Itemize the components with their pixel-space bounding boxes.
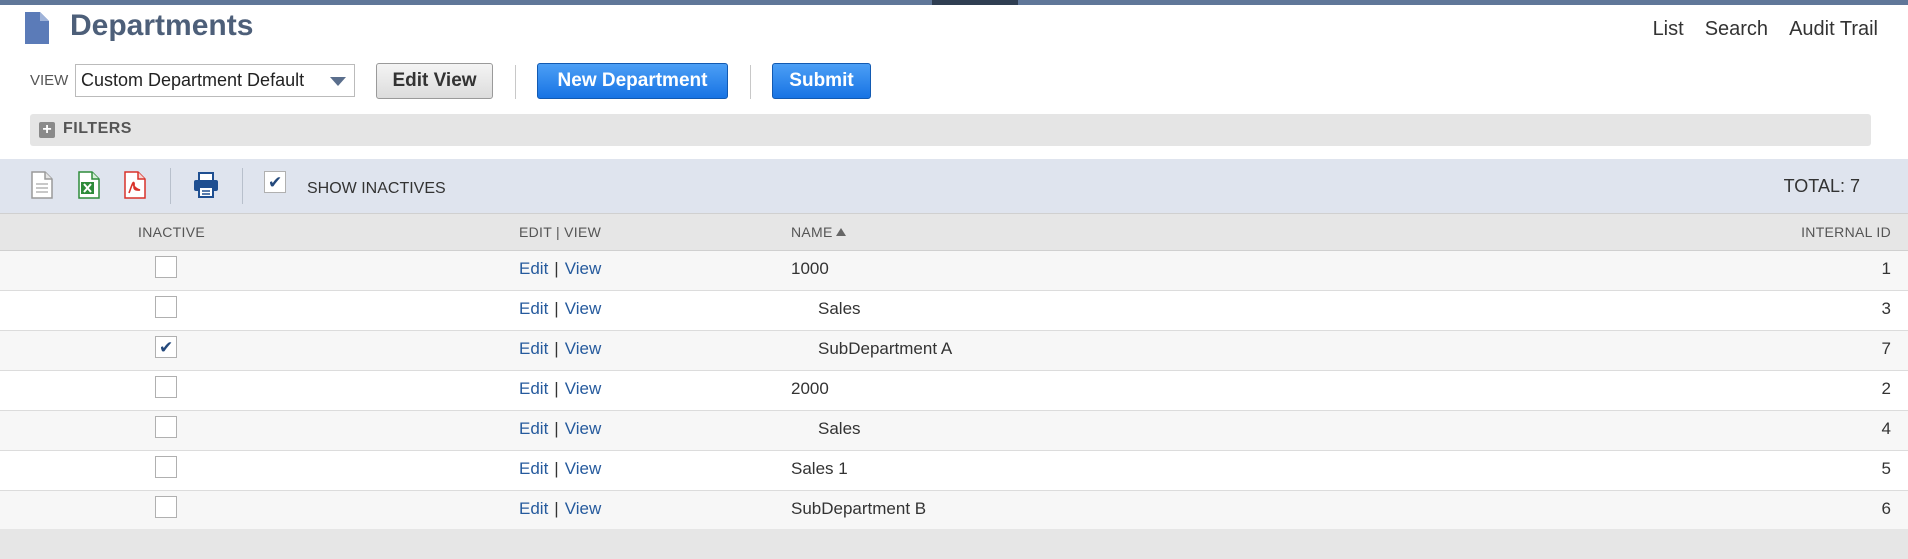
list-link[interactable]: List — [1653, 18, 1684, 41]
show-inactives-label: SHOW INACTIVES — [307, 180, 446, 197]
department-name: Sales — [818, 419, 861, 438]
link-separator: | — [554, 419, 559, 438]
divider — [750, 65, 751, 99]
expand-plus-icon[interactable]: + — [39, 122, 55, 138]
table-row: Edit | View SubDepartment B 6 — [0, 491, 1908, 531]
internal-id: 5 — [1881, 459, 1891, 478]
show-inactives-checkbox[interactable]: ✔ — [264, 171, 286, 193]
page-header: Departments List Search Audit Trail — [0, 5, 1908, 55]
inactive-checkbox[interactable] — [155, 256, 177, 278]
link-separator: | — [554, 299, 559, 318]
toolbar-divider — [242, 168, 243, 204]
department-name: 1000 — [791, 259, 829, 278]
edit-view-cell: Edit | View — [519, 299, 601, 319]
link-separator: | — [554, 499, 559, 518]
export-pdf-icon[interactable] — [123, 171, 147, 204]
edit-view-cell: Edit | View — [519, 339, 601, 359]
filters-panel[interactable]: + FILTERS — [30, 114, 1871, 146]
checkmark-icon: ✔ — [268, 173, 283, 192]
table-header: INACTIVE EDIT | VIEW NAME INTERNAL ID — [0, 213, 1908, 251]
internal-id: 4 — [1881, 419, 1891, 438]
edit-link[interactable]: Edit — [519, 339, 548, 358]
sort-ascending-icon — [835, 228, 846, 236]
view-link[interactable]: View — [565, 499, 602, 518]
edit-link[interactable]: Edit — [519, 499, 548, 518]
view-link[interactable]: View — [565, 339, 602, 358]
new-department-button[interactable]: New Department — [537, 63, 728, 99]
header-links: List Search Audit Trail — [1653, 18, 1878, 41]
edit-view-button[interactable]: Edit View — [376, 63, 493, 99]
inactive-checkbox[interactable] — [155, 456, 177, 478]
department-name: 2000 — [791, 379, 829, 398]
view-link[interactable]: View — [565, 299, 602, 318]
search-link[interactable]: Search — [1705, 18, 1768, 41]
internal-id: 3 — [1881, 299, 1891, 318]
table-row: Edit | View 2000 2 — [0, 371, 1908, 411]
table-row: Edit | View Sales 4 — [0, 411, 1908, 451]
inactive-checkbox[interactable] — [155, 416, 177, 438]
department-name: SubDepartment A — [818, 339, 953, 358]
export-csv-icon[interactable] — [30, 171, 54, 204]
internal-id: 1 — [1881, 259, 1891, 278]
edit-view-cell: Edit | View — [519, 259, 601, 279]
inactive-checkbox[interactable]: ✔ — [155, 336, 177, 358]
export-excel-icon[interactable] — [77, 171, 101, 204]
edit-link[interactable]: Edit — [519, 419, 548, 438]
internal-id: 6 — [1881, 499, 1891, 518]
department-name: Sales — [818, 299, 861, 318]
view-label: VIEW — [30, 72, 69, 89]
total-count: TOTAL: 7 — [1783, 176, 1860, 196]
print-icon[interactable] — [192, 171, 220, 204]
column-header-inactive[interactable]: INACTIVE — [138, 224, 205, 240]
view-select[interactable]: Custom Department Default — [75, 64, 355, 97]
department-name: SubDepartment B — [791, 499, 927, 518]
inactive-checkbox[interactable] — [155, 496, 177, 518]
filters-label: FILTERS — [63, 120, 132, 137]
view-link[interactable]: View — [565, 379, 602, 398]
divider — [515, 65, 516, 99]
column-header-edit-view: EDIT | VIEW — [519, 224, 602, 240]
internal-id: 7 — [1881, 339, 1891, 358]
edit-view-cell: Edit | View — [519, 379, 601, 399]
internal-id: 2 — [1881, 379, 1891, 398]
view-bar: VIEW Custom Department Default Edit View… — [0, 62, 1908, 102]
chevron-down-icon[interactable] — [330, 77, 346, 86]
view-link[interactable]: View — [565, 459, 602, 478]
table-row: Edit | View 1000 1 — [0, 251, 1908, 291]
inactive-checkbox[interactable] — [155, 376, 177, 398]
view-link[interactable]: View — [565, 259, 602, 278]
edit-view-cell: Edit | View — [519, 459, 601, 479]
audit-trail-link[interactable]: Audit Trail — [1789, 18, 1878, 41]
edit-link[interactable]: Edit — [519, 259, 548, 278]
submit-button[interactable]: Submit — [772, 63, 871, 99]
edit-link[interactable]: Edit — [519, 299, 548, 318]
table-row: Edit | View Sales 3 — [0, 291, 1908, 331]
page-title: Departments — [70, 9, 254, 42]
list-toolbar: ✔ SHOW INACTIVES TOTAL: 7 — [0, 159, 1908, 213]
edit-view-cell: Edit | View — [519, 419, 601, 439]
inactive-checkbox[interactable] — [155, 296, 177, 318]
table-row: Edit | View Sales 1 5 — [0, 451, 1908, 491]
department-name: Sales 1 — [791, 459, 848, 478]
checkmark-icon: ✔ — [159, 338, 174, 357]
column-header-name[interactable]: NAME — [791, 224, 846, 240]
column-header-name-label: NAME — [791, 224, 833, 240]
edit-link[interactable]: Edit — [519, 459, 548, 478]
edit-link[interactable]: Edit — [519, 379, 548, 398]
document-icon — [23, 10, 51, 51]
table-row: ✔ Edit | View SubDepartment A 7 — [0, 331, 1908, 371]
link-separator: | — [554, 339, 559, 358]
toolbar-divider — [170, 168, 171, 204]
link-separator: | — [554, 259, 559, 278]
view-select-value: Custom Department Default — [81, 70, 305, 90]
table-footer — [0, 529, 1908, 559]
link-separator: | — [554, 459, 559, 478]
table-body: Edit | View 1000 1 Edit | View Sales 3 ✔ Edit | View S… — [0, 251, 1908, 531]
edit-view-cell: Edit | View — [519, 499, 601, 519]
link-separator: | — [554, 379, 559, 398]
column-header-internal-id[interactable]: INTERNAL ID — [1801, 224, 1891, 240]
view-link[interactable]: View — [565, 419, 602, 438]
